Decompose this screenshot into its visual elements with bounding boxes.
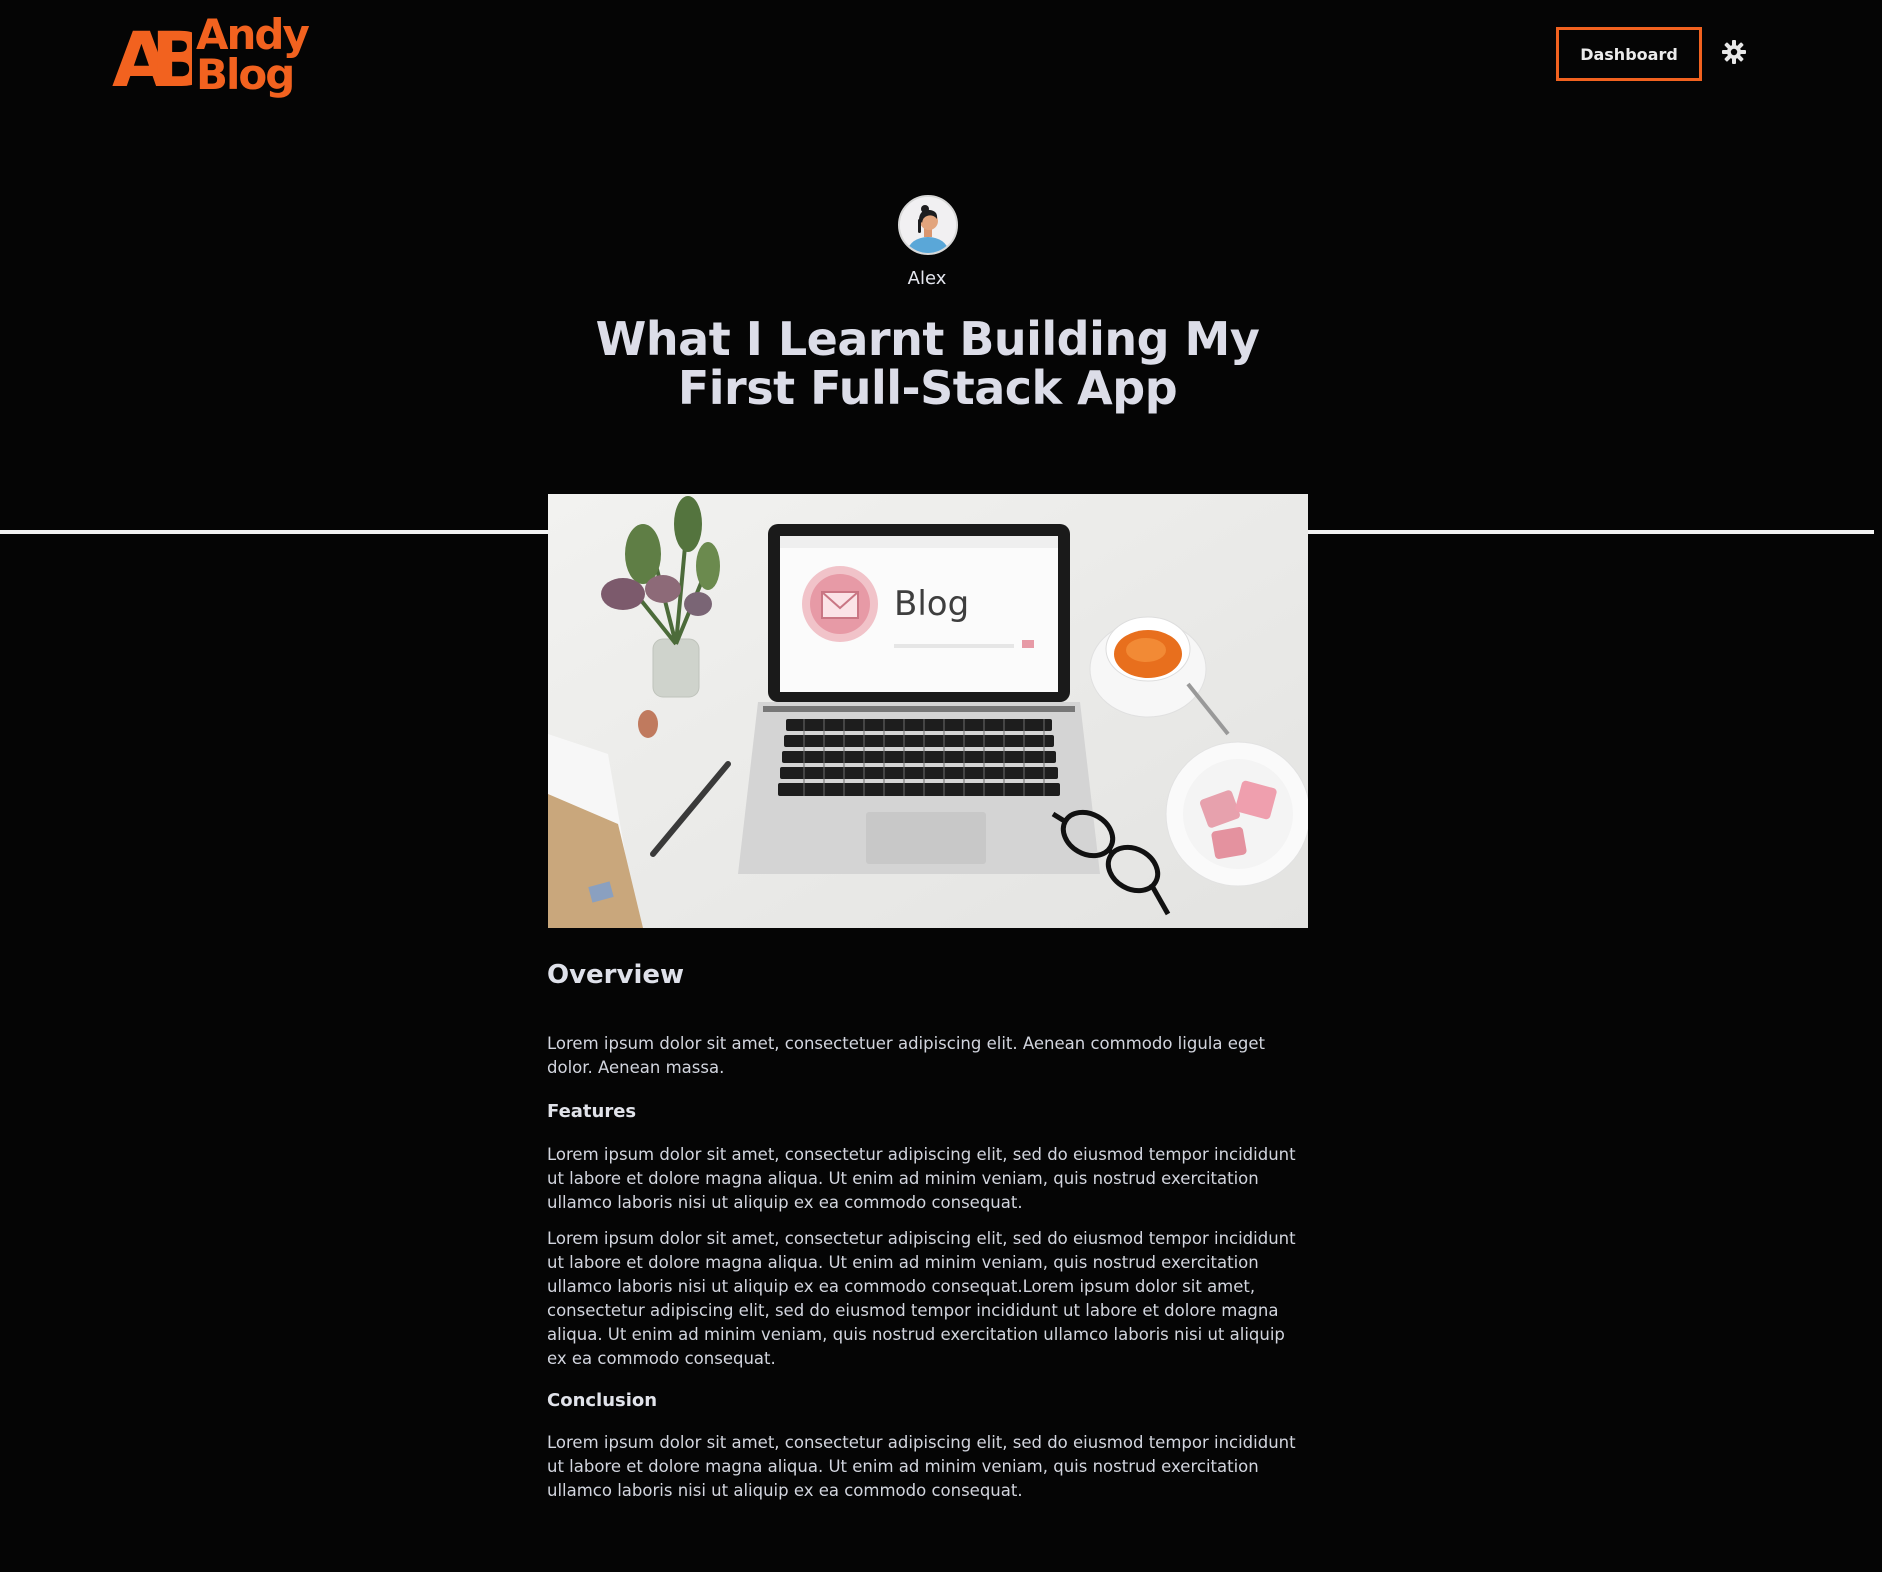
section-heading-features: Features <box>547 1101 637 1122</box>
dashboard-button[interactable]: Dashboard <box>1556 27 1702 81</box>
laptop-screen-blog-text: Blog <box>894 584 969 624</box>
site-logo[interactable]: AB Andy Blog <box>112 10 327 104</box>
features-paragraph-2: Lorem ipsum dolor sit amet, consectetur … <box>547 1229 1296 1368</box>
hero-image: Blog <box>548 494 1308 928</box>
overview-paragraph: Lorem ipsum dolor sit amet, consectetuer… <box>547 1034 1265 1077</box>
sun-gear-icon <box>1722 40 1746 64</box>
avatar-illustration <box>900 197 956 253</box>
article-body: Overview Lorem ipsum dolor sit amet, con… <box>547 960 1309 1503</box>
hero-photo-illustration: Blog <box>548 494 1308 928</box>
logo-word-blog: Blog <box>196 50 295 99</box>
divider-line-right <box>1308 530 1874 534</box>
section-heading-conclusion: Conclusion <box>547 1390 658 1411</box>
logo-monogram-text: AB <box>112 15 192 104</box>
theme-toggle[interactable] <box>1720 38 1748 66</box>
divider-line-left <box>0 530 548 534</box>
logo-monogram-icon: AB <box>112 15 192 104</box>
features-paragraph-1: Lorem ipsum dolor sit amet, consectetur … <box>547 1145 1296 1212</box>
author-avatar <box>898 195 958 255</box>
laptop: Blog <box>738 524 1100 874</box>
conclusion-paragraph: Lorem ipsum dolor sit amet, consectetur … <box>547 1433 1296 1500</box>
section-heading-overview: Overview <box>547 960 685 990</box>
dessert-plate <box>1165 741 1308 887</box>
author-name: Alex <box>907 268 947 289</box>
post-title: What I Learnt Building My First Full-Sta… <box>595 312 1260 415</box>
